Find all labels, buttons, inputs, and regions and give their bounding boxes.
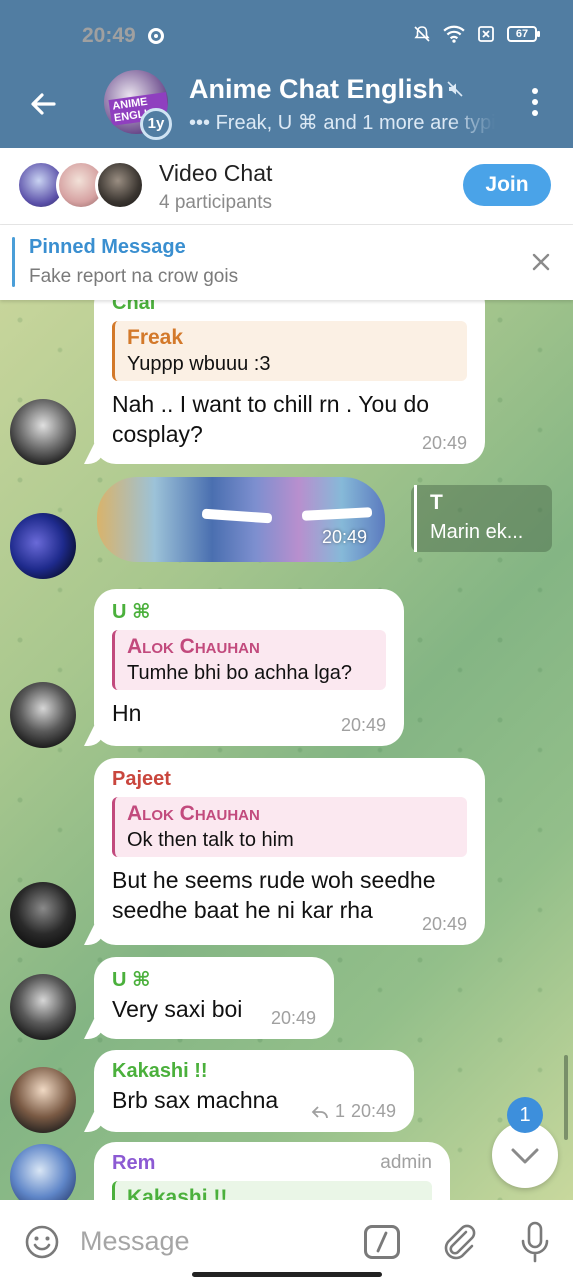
reply-text: Yuppp wbuuu :3: [127, 353, 271, 375]
sender-name: Rem admin: [112, 1152, 432, 1175]
slash-icon: [376, 1231, 388, 1253]
reply-text: Tumhe bhi bo achha lga?: [127, 662, 352, 684]
message-text: Nah .. I want to chill rn . You do cospl…: [112, 391, 430, 447]
message-bubble[interactable]: Kakashi !! Brb sax machna 1 20:49: [94, 1050, 414, 1132]
avatar[interactable]: [10, 1144, 76, 1200]
sticker-eye: [301, 507, 373, 521]
reply-bar: [414, 485, 417, 552]
reply-arrow-icon: [311, 1105, 328, 1118]
emoji-icon[interactable]: [24, 1224, 60, 1260]
avatar[interactable]: [10, 682, 76, 748]
admin-badge: admin: [380, 1152, 432, 1173]
mute-icon: [447, 81, 463, 97]
sim-icon: [478, 26, 494, 42]
close-icon[interactable]: [529, 250, 553, 274]
message-time: 20:49: [270, 1008, 316, 1028]
age-badge: 1y: [140, 108, 172, 140]
battery-icon: 67: [507, 26, 540, 42]
video-chat-participants: 4 participants: [159, 192, 273, 213]
reply-preview[interactable]: Kakashi !!: [112, 1181, 432, 1200]
unread-badge: 1: [507, 1097, 543, 1133]
status-bar: 20:49 67: [0, 0, 573, 70]
avatar[interactable]: [10, 399, 76, 465]
message-meta: 1 20:49: [311, 1101, 396, 1122]
message-bubble[interactable]: Rem admin Kakashi !!: [94, 1142, 450, 1200]
reply-sender: Freak: [127, 326, 184, 349]
bell-off-icon: [414, 26, 430, 42]
join-button[interactable]: Join: [463, 164, 551, 206]
message-time: 20:49: [350, 1101, 396, 1121]
reply-preview[interactable]: Alok Chauhan Ok then talk to him: [112, 797, 467, 857]
paperclip-icon[interactable]: [440, 1222, 476, 1262]
sender-name: U ⌘: [112, 969, 151, 991]
sender-name: U ⌘: [112, 601, 151, 623]
participant-avatar: [95, 160, 145, 210]
sender-name: Kakashi !!: [112, 1060, 208, 1082]
status-time: 20:49: [82, 24, 136, 47]
chat-header: ANIME ENGLI 1y Anime Chat English ••• Fr…: [0, 70, 573, 148]
video-chat-bar[interactable]: Video Chat 4 participants Join: [0, 148, 573, 225]
chrome-icon: [148, 28, 164, 44]
message-bubble[interactable]: U ⌘ Very saxi boi 20:49: [94, 957, 334, 1039]
avatar[interactable]: [10, 1067, 76, 1133]
bot-command-button[interactable]: [364, 1225, 400, 1259]
message-time: 20:49: [421, 914, 467, 934]
message-text: But he seems rude woh seedhe seedhe baat…: [112, 867, 436, 923]
chat-title[interactable]: Anime Chat English: [189, 74, 444, 105]
message-bubble[interactable]: U ⌘ Alok Chauhan Tumhe bhi bo achha lga?…: [94, 589, 404, 746]
pinned-label: Pinned Message: [29, 236, 186, 258]
sender-name-text: Rem: [112, 1152, 156, 1174]
message-time: 20:49: [340, 715, 386, 735]
reply-text: Ok then talk to him: [127, 829, 294, 851]
avatar[interactable]: [10, 513, 76, 579]
avatar[interactable]: [10, 974, 76, 1040]
sticker-time: 20:49: [321, 527, 367, 547]
message-bubble[interactable]: Pajeet Alok Chauhan Ok then talk to him …: [94, 758, 485, 945]
back-arrow-icon[interactable]: [24, 84, 64, 124]
microphone-icon[interactable]: [518, 1220, 552, 1264]
sticker-eye: [201, 508, 273, 524]
reply-text: Marin ek...: [430, 521, 524, 543]
reply-preview[interactable]: Alok Chauhan Tumhe bhi bo achha lga?: [112, 630, 386, 690]
reply-sender: T: [430, 491, 443, 514]
reply-preview[interactable]: Freak Yuppp wbuuu :3: [112, 321, 467, 381]
reply-preview[interactable]: T Marin ek...: [411, 485, 552, 552]
pinned-text: Fake report na crow gois: [29, 266, 239, 287]
pinned-message[interactable]: Pinned Message Fake report na crow gois: [0, 225, 573, 300]
message-input-bar: [0, 1200, 573, 1280]
typing-status: ••• Freak, U ⌘ and 1 more are typing: [189, 112, 495, 134]
home-indicator[interactable]: [192, 1272, 382, 1277]
reply-count: 1: [334, 1101, 345, 1121]
sender-name: Pajeet: [112, 768, 171, 790]
wifi-icon: [443, 25, 465, 43]
video-chat-title: Video Chat: [159, 160, 273, 186]
message-time: 20:49: [421, 433, 467, 453]
avatar[interactable]: [10, 882, 76, 948]
sender-name: Chai: [112, 300, 156, 314]
message-bubble[interactable]: Chai Freak Yuppp wbuuu :3 Nah .. I want …: [94, 300, 485, 464]
pinned-bar: [12, 237, 15, 287]
more-options-icon[interactable]: [524, 88, 546, 118]
scrollbar[interactable]: [564, 1055, 568, 1140]
reply-sender: Kakashi !!: [127, 1186, 228, 1200]
reply-sender: Alok Chauhan: [127, 802, 260, 825]
message-input[interactable]: [80, 1220, 350, 1262]
sticker[interactable]: 20:49: [97, 477, 385, 562]
reply-sender: Alok Chauhan: [127, 635, 260, 658]
message-list[interactable]: Chai Freak Yuppp wbuuu :3 Nah .. I want …: [0, 300, 573, 1200]
